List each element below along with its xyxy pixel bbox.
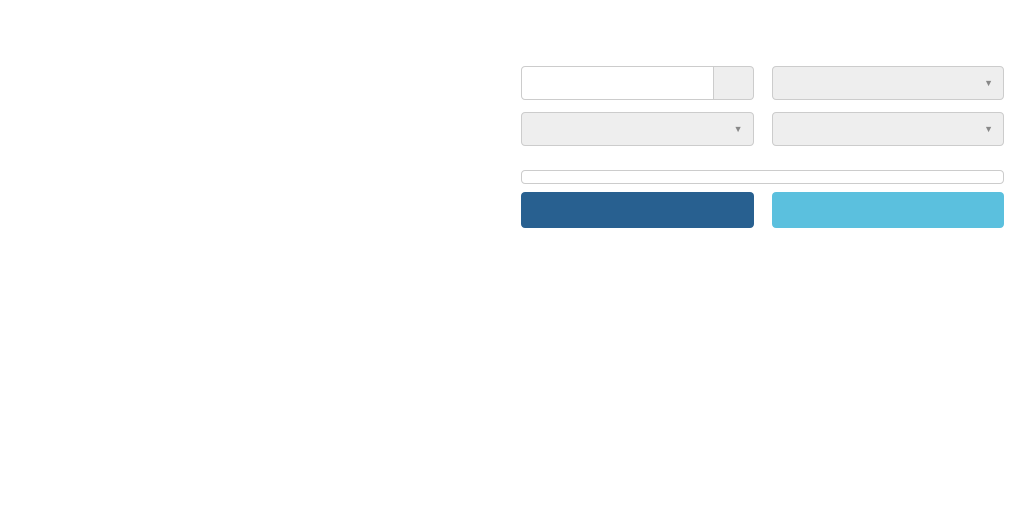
cost-input[interactable] [521,66,714,100]
difficulty-select[interactable] [772,112,1005,146]
volume-filter-select[interactable] [521,112,754,146]
bottom-section [20,62,1004,228]
calculate-button[interactable] [521,192,754,228]
sort-by-select[interactable] [772,66,1005,100]
cost-unit [714,66,754,100]
exchanges-box[interactable] [521,170,1004,184]
settings-panel [521,62,1004,228]
defaults-button[interactable] [772,192,1005,228]
